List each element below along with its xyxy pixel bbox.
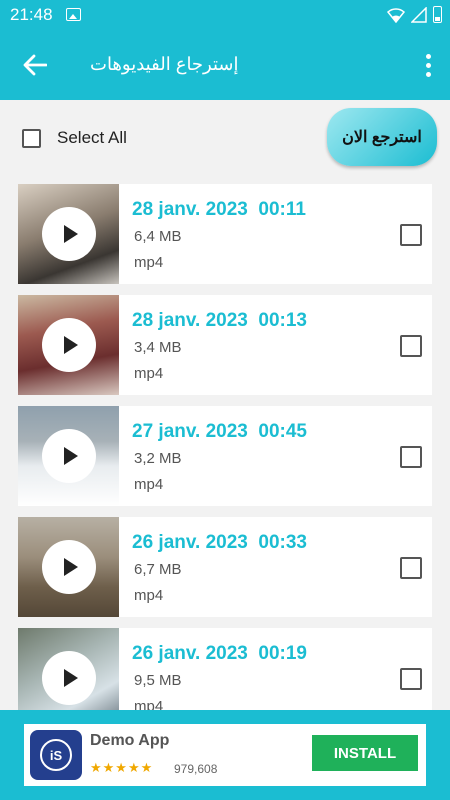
video-thumbnail[interactable] <box>18 517 119 617</box>
video-size: 9,5 MB <box>134 672 182 689</box>
install-button[interactable]: INSTALL <box>312 735 418 771</box>
video-thumbnail[interactable] <box>18 406 119 506</box>
video-date: 27 janv. 2023 00:45 <box>132 421 307 442</box>
video-format: mp4 <box>134 365 164 382</box>
play-icon[interactable] <box>42 207 96 261</box>
video-date: 26 janv. 2023 00:19 <box>132 643 307 664</box>
video-checkbox[interactable] <box>400 224 422 246</box>
video-checkbox[interactable] <box>400 557 422 579</box>
ad-card[interactable]: iS Demo App ★★★★★ 979,608 INSTALL <box>24 724 426 786</box>
video-thumbnail[interactable] <box>18 628 119 710</box>
play-icon[interactable] <box>42 429 96 483</box>
battery-icon <box>433 6 442 23</box>
status-time: 21:48 <box>10 5 53 24</box>
video-item[interactable]: 26 janv. 2023 00:33 6,7 MB mp4 <box>18 517 432 617</box>
signal-icon <box>411 6 427 23</box>
status-bar: 21:48 <box>0 0 450 30</box>
video-date: 28 janv. 2023 00:11 <box>132 199 306 220</box>
video-item[interactable]: 26 janv. 2023 00:19 9,5 MB mp4 <box>18 628 432 710</box>
video-date: 26 janv. 2023 00:33 <box>132 532 307 553</box>
video-item[interactable]: 27 janv. 2023 00:45 3,2 MB mp4 <box>18 406 432 506</box>
app-logo-icon: iS <box>30 730 82 780</box>
dot-icon <box>425 71 431 77</box>
page-title: إسترجاع الفيديوهات <box>90 54 239 74</box>
play-icon[interactable] <box>42 540 96 594</box>
video-format: mp4 <box>134 254 164 271</box>
ad-logo-text: iS <box>40 739 72 771</box>
video-format: mp4 <box>134 476 164 493</box>
video-size: 3,4 MB <box>134 339 182 356</box>
video-thumbnail[interactable] <box>18 184 119 284</box>
video-size: 3,2 MB <box>134 450 182 467</box>
selection-toolbar: Select All استرجع الان <box>0 100 450 178</box>
select-all-toggle[interactable]: Select All <box>22 128 127 148</box>
video-format: mp4 <box>134 698 164 710</box>
video-checkbox[interactable] <box>400 335 422 357</box>
select-all-checkbox[interactable] <box>22 128 41 148</box>
play-icon[interactable] <box>42 318 96 372</box>
video-list: 28 janv. 2023 00:11 6,4 MB mp4 28 janv. … <box>0 178 450 710</box>
ad-banner: iS Demo App ★★★★★ 979,608 INSTALL <box>0 710 450 800</box>
app-bar: إسترجاع الفيديوهات <box>0 30 450 100</box>
dot-icon <box>425 62 431 68</box>
video-item[interactable]: 28 janv. 2023 00:11 6,4 MB mp4 <box>18 184 432 284</box>
video-date: 28 janv. 2023 00:13 <box>132 310 307 331</box>
ad-app-name: Demo App <box>90 732 170 749</box>
ad-rating-count: 979,608 <box>174 762 218 776</box>
wifi-icon <box>387 7 405 23</box>
gallery-notification-icon <box>66 8 81 21</box>
video-thumbnail[interactable] <box>18 295 119 395</box>
status-icons <box>387 6 442 23</box>
back-button[interactable] <box>18 50 52 80</box>
dot-icon <box>425 53 431 59</box>
video-checkbox[interactable] <box>400 668 422 690</box>
recover-now-button[interactable]: استرجع الان <box>327 108 437 166</box>
play-icon[interactable] <box>42 651 96 705</box>
video-size: 6,4 MB <box>134 228 182 245</box>
more-options-button[interactable] <box>420 50 436 80</box>
select-all-label: Select All <box>57 128 127 147</box>
video-format: mp4 <box>134 587 164 604</box>
video-checkbox[interactable] <box>400 446 422 468</box>
rating-stars-icon: ★★★★★ <box>90 760 154 775</box>
video-size: 6,7 MB <box>134 561 182 578</box>
arrow-left-icon <box>23 54 47 76</box>
video-item[interactable]: 28 janv. 2023 00:13 3,4 MB mp4 <box>18 295 432 395</box>
